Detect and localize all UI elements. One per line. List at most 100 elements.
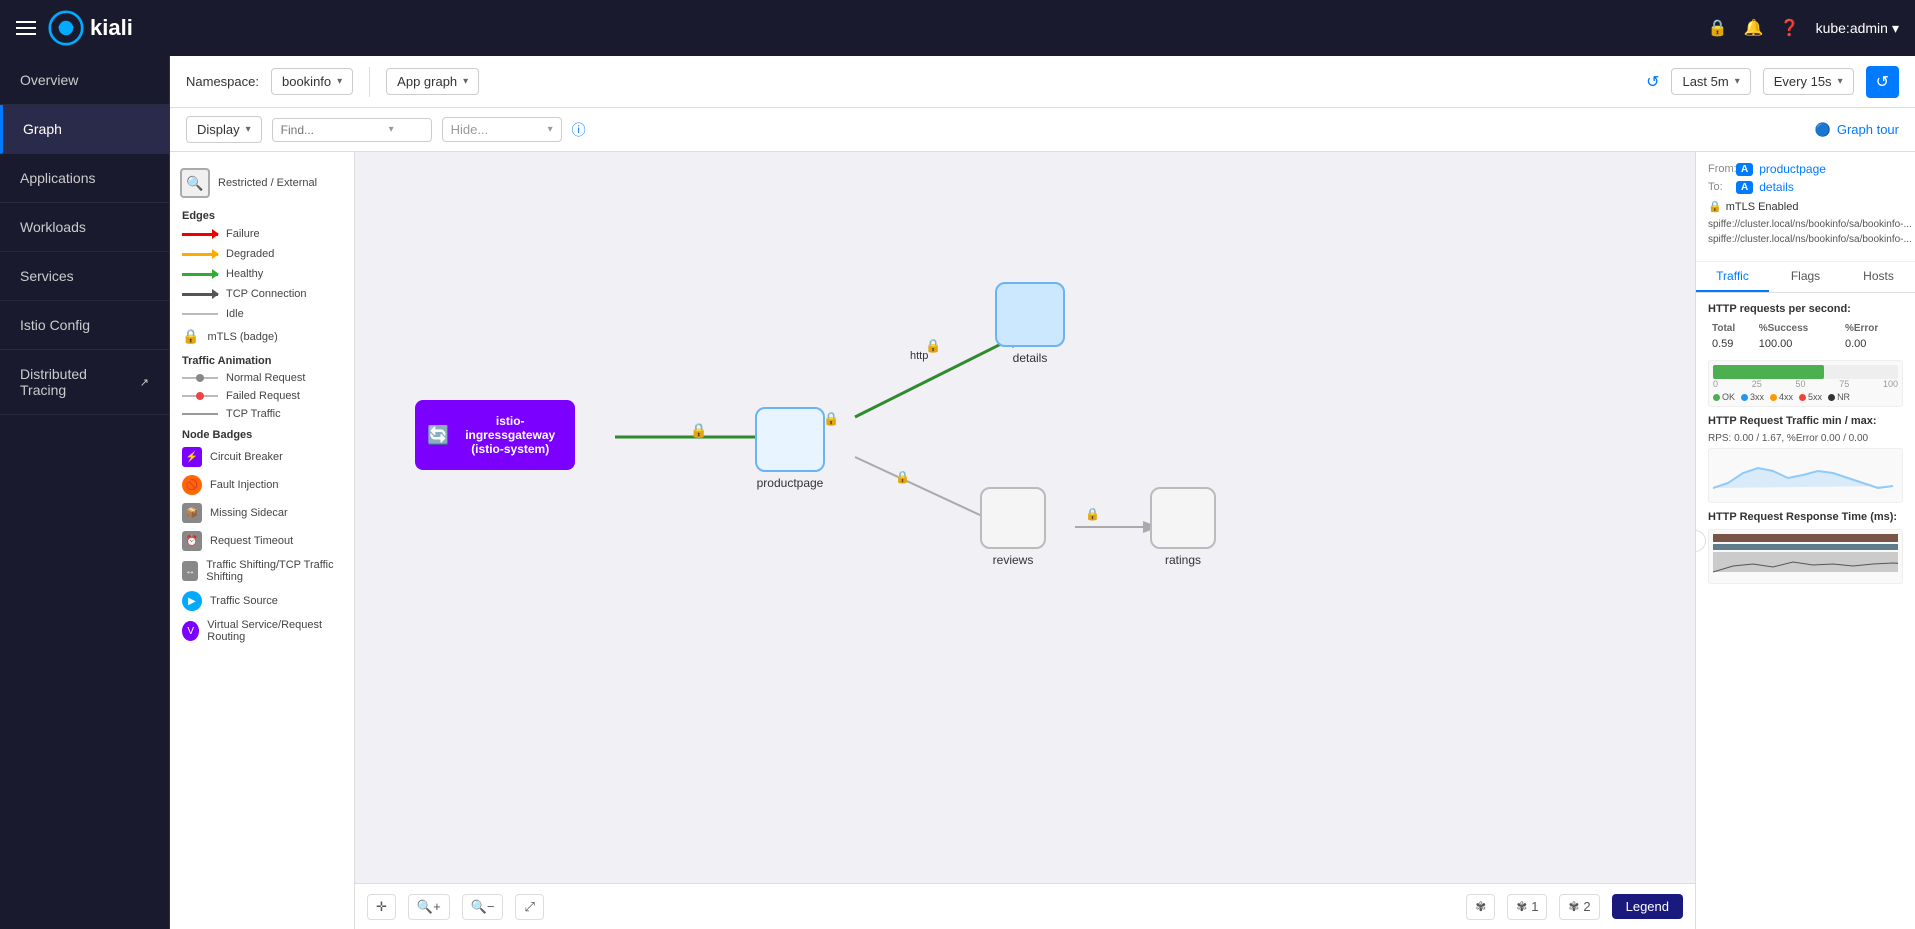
details-label: details xyxy=(995,351,1065,365)
display-dropdown[interactable]: Display ▾ xyxy=(186,116,262,143)
reviews-node[interactable]: reviews xyxy=(980,487,1046,567)
main-layout: Overview Graph Applications Workloads Se… xyxy=(0,56,1915,929)
legend-vs-label: Virtual Service/Request Routing xyxy=(207,619,342,643)
legend-badge-cb: ⚡ Circuit Breaker xyxy=(170,443,354,471)
sidebar: Overview Graph Applications Workloads Se… xyxy=(0,56,170,929)
legend-edge-healthy: Healthy xyxy=(170,264,354,284)
time-range-dropdown[interactable]: Last 5m ▾ xyxy=(1671,68,1750,95)
namespace-dropdown-arrow: ▾ xyxy=(337,76,342,87)
node-count-2-button[interactable]: ✾ 2 xyxy=(1559,894,1599,920)
ratings-node[interactable]: ratings xyxy=(1150,487,1216,567)
tab-flags[interactable]: Flags xyxy=(1769,262,1842,292)
tab-traffic[interactable]: Traffic xyxy=(1696,262,1769,292)
mtls-badge-4: 🔒 xyxy=(895,468,910,486)
gateway-node[interactable]: 🔄 istio-ingressgateway (istio-system) xyxy=(415,400,575,470)
time-range-arrow: ▾ xyxy=(1735,76,1740,87)
reviews-label: reviews xyxy=(980,553,1046,567)
legend-fi-label: Fault Injection xyxy=(210,479,278,491)
find-input[interactable] xyxy=(281,123,381,137)
legend-edge-idle: Idle xyxy=(170,304,354,324)
graph-type-arrow: ▾ xyxy=(463,76,468,87)
from-link[interactable]: productpage xyxy=(1759,162,1826,176)
principal-1: spiffe://cluster.local/ns/bookinfo/sa/bo… xyxy=(1708,217,1903,232)
zoom-in-button[interactable]: 🔍+ xyxy=(408,894,450,920)
refresh-interval-arrow: ▾ xyxy=(1838,76,1843,87)
refresh-interval-dropdown[interactable]: Every 15s ▾ xyxy=(1763,68,1854,95)
rps-line-chart xyxy=(1708,448,1903,503)
rps-minmax-value: RPS: 0.00 / 1.67, %Error 0.00 / 0.00 xyxy=(1708,433,1903,444)
hamburger-menu[interactable] xyxy=(16,21,36,35)
right-tabs: Traffic Flags Hosts xyxy=(1696,262,1915,293)
legend-badges-title: Node Badges xyxy=(170,423,354,443)
help-icon[interactable]: ❓ xyxy=(1780,18,1800,38)
app-name: kiali xyxy=(90,15,133,41)
legend-nr: NR xyxy=(1828,392,1850,402)
node-count-1-button[interactable]: ✾ 1 xyxy=(1507,894,1547,920)
legend-3xx: 3xx xyxy=(1741,392,1764,402)
col-total: Total xyxy=(1708,321,1755,336)
bell-icon[interactable]: 🔔 xyxy=(1744,18,1764,38)
rps-chart-svg xyxy=(1713,453,1898,493)
legend-panel: 🔍 Restricted / External Edges Failure De… xyxy=(170,152,355,929)
refresh-button[interactable]: ↺ xyxy=(1866,66,1899,98)
chart-legend: OK 3xx 4xx xyxy=(1713,392,1898,402)
rps-row: 0.59 100.00 0.00 xyxy=(1708,336,1903,352)
legend-badge-fi: 🚫 Fault Injection xyxy=(170,471,354,499)
graph-tour-button[interactable]: 🔵 Graph tour xyxy=(1815,122,1899,138)
chart-labels: 0 25 50 75 100 xyxy=(1713,379,1898,389)
legend-badge-ms: 📦 Missing Sidecar xyxy=(170,499,354,527)
sidebar-item-applications[interactable]: Applications xyxy=(0,154,169,203)
graph-canvas[interactable]: 🔄 istio-ingressgateway (istio-system) 🔒 … xyxy=(355,152,1695,929)
lock-icon[interactable]: 🔒 xyxy=(1708,18,1728,38)
logo: kiali xyxy=(48,10,133,46)
legend-badge-ts: ↔ Traffic Shifting/TCP Traffic Shifting xyxy=(170,555,354,587)
rps-table: Total %Success %Error 0.59 100.00 0.00 xyxy=(1708,321,1903,352)
productpage-node[interactable]: productpage xyxy=(755,407,825,490)
legend-button[interactable]: Legend xyxy=(1612,894,1683,919)
to-link[interactable]: details xyxy=(1759,180,1794,194)
legend-mtls-label: mTLS (badge) xyxy=(207,331,277,343)
details-node[interactable]: details xyxy=(995,282,1065,365)
request-timeout-badge-icon: ⏰ xyxy=(182,531,202,551)
traffic-source-badge-icon: ▶ xyxy=(182,591,202,611)
info-icon[interactable]: ⓘ xyxy=(572,120,586,140)
time-refresh-icon[interactable]: ↺ xyxy=(1646,72,1659,92)
sidebar-item-istio-config[interactable]: Istio Config xyxy=(0,301,169,350)
mtls-badge-5: 🔒 xyxy=(1085,505,1100,523)
graph-type-dropdown[interactable]: App graph ▾ xyxy=(386,68,479,95)
fit-button[interactable]: ✛ xyxy=(367,894,396,920)
content-area: Namespace: bookinfo ▾ App graph ▾ ↺ Last… xyxy=(170,56,1915,929)
legend-edge-mtls: 🔒 mTLS (badge) xyxy=(170,324,354,349)
sidebar-item-services[interactable]: Services xyxy=(0,252,169,301)
fault-injection-badge-icon: 🚫 xyxy=(182,475,202,495)
find-input-wrapper[interactable]: ▾ xyxy=(272,118,432,142)
hide-dropdown[interactable]: Hide... ▾ xyxy=(442,117,562,142)
mtls-row: 🔒 mTLS Enabled xyxy=(1708,200,1903,213)
tab-hosts[interactable]: Hosts xyxy=(1842,262,1915,292)
val-total: 0.59 xyxy=(1708,336,1755,352)
namespace-dropdown[interactable]: bookinfo ▾ xyxy=(271,68,353,95)
zoom-out-button[interactable]: 🔍− xyxy=(462,894,504,920)
legend-restricted-item: 🔍 Restricted / External xyxy=(170,162,354,204)
rps-minmax-title: HTTP Request Traffic min / max: xyxy=(1708,415,1903,427)
right-content: HTTP requests per second: Total %Success… xyxy=(1696,293,1915,929)
second-toolbar: Display ▾ ▾ Hide... ▾ ⓘ 🔵 Graph tour xyxy=(170,108,1915,152)
circuit-breaker-badge-icon: ⚡ xyxy=(182,447,202,467)
legend-normal-request: Normal Request xyxy=(170,369,354,387)
response-time-svg xyxy=(1713,534,1898,574)
legend-restricted-icon: 🔍 xyxy=(180,168,210,198)
sidebar-item-graph[interactable]: Graph xyxy=(0,105,169,154)
namespace-label: Namespace: xyxy=(186,74,259,89)
ratings-label: ratings xyxy=(1150,553,1216,567)
to-badge: A xyxy=(1736,181,1753,194)
legend-ts-label: Traffic Shifting/TCP Traffic Shifting xyxy=(206,559,342,583)
sidebar-item-overview[interactable]: Overview xyxy=(0,56,169,105)
legend-5xx: 5xx xyxy=(1799,392,1822,402)
user-menu[interactable]: kube:admin ▾ xyxy=(1816,20,1899,37)
find-dropdown-arrow: ▾ xyxy=(389,124,394,135)
node-icon-button[interactable]: ✾ xyxy=(1466,894,1495,920)
sidebar-item-workloads[interactable]: Workloads xyxy=(0,203,169,252)
sidebar-item-distributed-tracing[interactable]: Distributed Tracing ↗ xyxy=(0,350,169,415)
expand-button[interactable]: ⤢ xyxy=(515,894,543,920)
legend-ms-label: Missing Sidecar xyxy=(210,507,288,519)
